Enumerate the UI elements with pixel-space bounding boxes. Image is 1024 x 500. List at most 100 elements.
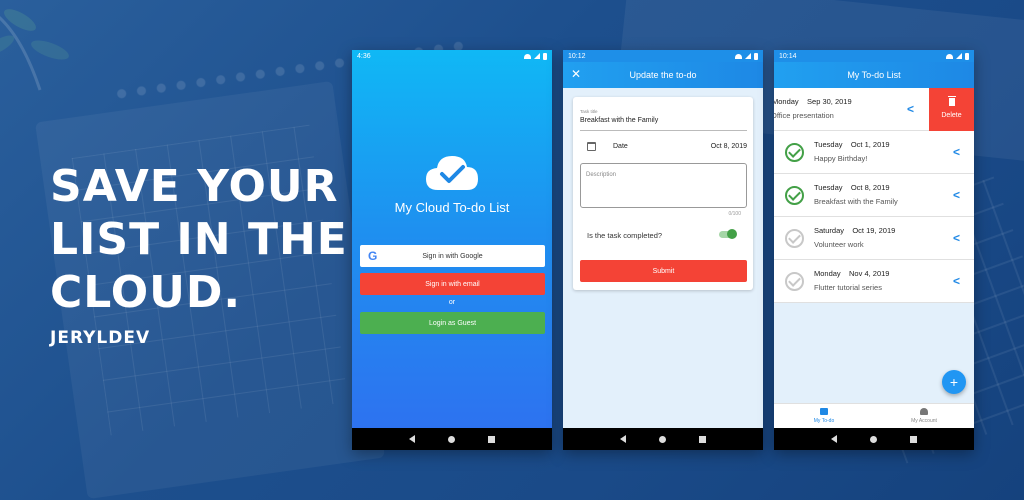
headline-line: CLOUD. [50,267,242,318]
back-icon[interactable] [619,435,626,443]
status-time: 10:12 [568,52,586,60]
bottom-navigation: My To-do My Account [774,403,974,428]
check-circle-outline-icon[interactable] [785,229,804,248]
screen-title: My To-do List [847,70,901,80]
status-icons [524,52,547,60]
wifi-icon [946,53,953,59]
button-label: Submit [652,267,675,275]
chevron-left-icon[interactable]: < [953,274,960,288]
submit-button[interactable]: Submit [580,260,747,282]
chevron-left-icon[interactable]: < [953,231,960,245]
status-icons [735,52,758,60]
plant-photo [0,9,69,91]
completed-toggle[interactable] [719,229,737,239]
signal-icon [956,53,962,59]
brand-name: JERYLDEV [50,328,151,348]
todo-date: Saturday Oct 19, 2019 [814,226,896,235]
wifi-icon [735,53,742,59]
check-circle-icon[interactable] [785,186,804,205]
status-icons [946,52,969,60]
calendar-icon [587,142,596,151]
headline: SAVE YOUR LIST IN THE CLOUD. [50,160,350,319]
status-bar: 10:14 [774,50,974,62]
delete-label: Delete [941,112,962,119]
app-bar: My To-do List [774,62,974,88]
chevron-left-icon[interactable]: < [953,145,960,159]
chevron-left-icon[interactable]: < [907,102,914,116]
todo-row[interactable]: Tuesday Oct 1, 2019 Happy Birthday! < [774,131,974,174]
delete-action[interactable]: Delete [929,88,974,131]
tab-label: My Account [911,418,937,424]
tab-label: My To-do [813,418,835,424]
briefcase-icon [820,408,828,415]
date-picker-row[interactable]: Date Oct 8, 2019 [580,140,747,154]
button-label: Sign in with email [425,280,480,288]
headline-line: LIST IN THE [50,214,348,265]
sign-in-email-button[interactable]: Sign in with email [360,273,545,295]
home-icon[interactable] [658,435,666,443]
back-icon[interactable] [830,435,837,443]
button-label: Sign in with Google [422,252,483,260]
task-title-input[interactable]: Breakfast with the Family [580,117,658,124]
todo-row[interactable]: Tuesday Oct 8, 2019 Breakfast with the F… [774,174,974,217]
tab-my-account[interactable]: My Account [874,404,974,428]
date-value: Oct 8, 2019 [710,143,747,150]
todo-title: Breakfast with the Family [814,197,898,206]
add-todo-button[interactable]: + [942,370,966,394]
todo-form-card: Task title Breakfast with the Family Dat… [573,97,753,290]
cloud-check-icon [426,156,478,190]
person-icon [920,408,928,415]
todo-row-swiped[interactable]: Monday Sep 30, 2019 Office presentation … [774,88,974,131]
chevron-left-icon[interactable]: < [953,188,960,202]
android-nav-bar [352,428,552,450]
app-title: My Cloud To-do List [394,200,510,215]
todo-date: Monday Nov 4, 2019 [814,269,890,278]
check-circle-icon[interactable] [785,143,804,162]
google-icon: G [368,249,378,263]
description-placeholder: Description [586,172,617,178]
wifi-icon [524,53,531,59]
app-bar: ✕ Update the to-do [563,62,763,88]
signal-icon [745,53,751,59]
home-icon[interactable] [447,435,455,443]
completed-question: Is the task completed? [587,231,663,240]
check-circle-outline-icon[interactable] [785,272,804,291]
date-label: Date [613,143,628,150]
phone-update-screen: 10:12 ✕ Update the to-do Task title Brea… [563,50,763,450]
sign-in-google-button[interactable]: G Sign in with Google [360,245,545,267]
todo-date: Monday Sep 30, 2019 [774,97,852,106]
headline-line: SAVE YOUR [50,161,339,212]
login-guest-button[interactable]: Login as Guest [360,312,545,334]
screen-title: Update the to-do [629,70,697,80]
phone-signin-screen: 4:36 My Cloud To-do List G Sign in with … [352,50,552,450]
description-field[interactable]: Description [580,163,747,208]
battery-icon [754,52,758,60]
task-title-label: Task title [580,109,598,114]
status-bar: 10:12 [563,50,763,62]
home-icon[interactable] [869,435,877,443]
phone-list-screen: 10:14 My To-do List Monday Sep 30, 2019 … [774,50,974,450]
close-icon[interactable]: ✕ [571,67,581,81]
or-divider: or [448,299,456,306]
status-time: 4:36 [357,52,371,60]
character-counter: 0/100 [728,211,741,217]
tab-my-todo[interactable]: My To-do [774,404,874,428]
todo-row[interactable]: Saturday Oct 19, 2019 Volunteer work < [774,217,974,260]
toggle-knob [727,229,737,239]
battery-icon [965,52,969,60]
recents-icon[interactable] [699,435,707,443]
todo-title: Volunteer work [814,240,864,249]
todo-row[interactable]: Monday Nov 4, 2019 Flutter tutorial seri… [774,260,974,303]
trash-icon [948,96,956,106]
recents-icon[interactable] [910,435,918,443]
todo-date: Tuesday Oct 8, 2019 [814,183,890,192]
todo-title: Flutter tutorial series [814,283,882,292]
todo-title: Office presentation [774,111,834,120]
status-time: 10:14 [779,52,797,60]
back-icon[interactable] [408,435,415,443]
input-underline [580,130,747,131]
recents-icon[interactable] [488,435,496,443]
android-nav-bar [563,428,763,450]
status-bar: 4:36 [352,50,552,62]
todo-date: Tuesday Oct 1, 2019 [814,140,890,149]
